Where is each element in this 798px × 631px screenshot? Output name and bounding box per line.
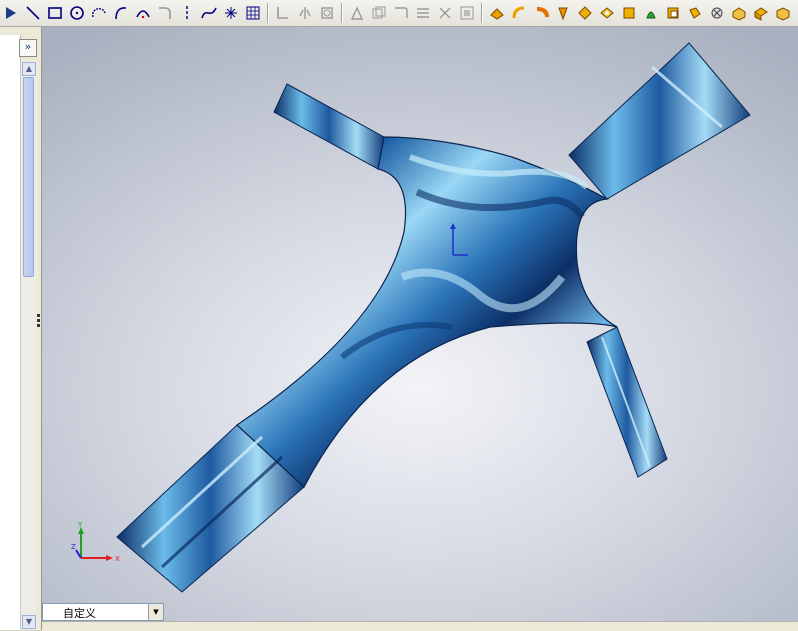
triad-y-label: Y xyxy=(77,522,83,529)
linear-pattern-icon[interactable] xyxy=(273,3,293,23)
expand-panel-button[interactable]: » xyxy=(19,39,37,57)
rectangle-icon[interactable] xyxy=(45,3,65,23)
panel-scrollbar[interactable]: ▲ ▼ xyxy=(20,61,37,630)
panel-splitter-handle[interactable] xyxy=(37,312,41,334)
cube-icon[interactable] xyxy=(773,3,793,23)
view-orientation-select[interactable]: 自定义 ▼ xyxy=(42,603,164,621)
shell-icon[interactable] xyxy=(685,3,705,23)
sweep-icon[interactable] xyxy=(531,3,551,23)
rib-icon[interactable] xyxy=(729,3,749,23)
graphics-viewport[interactable]: Y X Z xyxy=(42,27,798,630)
arrow-icon[interactable] xyxy=(1,3,21,23)
line-icon[interactable] xyxy=(23,3,43,23)
scroll-down-icon[interactable]: ▼ xyxy=(22,615,36,629)
revolve-icon[interactable] xyxy=(509,3,529,23)
hole-icon[interactable] xyxy=(619,3,639,23)
chevron-down-icon[interactable]: ▼ xyxy=(148,604,163,620)
convert-icon[interactable] xyxy=(435,3,455,23)
draft-icon[interactable] xyxy=(707,3,727,23)
mirror-icon[interactable] xyxy=(295,3,315,23)
triad-z-label: Z xyxy=(71,543,76,551)
boss-icon[interactable] xyxy=(575,3,595,23)
toolbar-separator xyxy=(267,3,269,23)
centerline-icon[interactable] xyxy=(177,3,197,23)
spline-icon[interactable] xyxy=(199,3,219,23)
add-relation-icon[interactable] xyxy=(457,3,477,23)
loft-icon[interactable] xyxy=(553,3,573,23)
fillet-feature-icon[interactable] xyxy=(641,3,661,23)
offset-icon[interactable] xyxy=(317,3,337,23)
cut-icon[interactable] xyxy=(597,3,617,23)
dome-icon[interactable] xyxy=(751,3,771,23)
scroll-up-icon[interactable]: ▲ xyxy=(22,62,36,76)
three-point-arc-icon[interactable] xyxy=(133,3,153,23)
move-icon[interactable] xyxy=(413,3,433,23)
view-orientation-value: 自定义 xyxy=(63,607,96,620)
reference-triad: Y X Z xyxy=(68,521,128,572)
grid-icon[interactable] xyxy=(243,3,263,23)
toolbar-separator xyxy=(481,3,483,23)
extrude-icon[interactable] xyxy=(487,3,507,23)
toolbar-separator xyxy=(341,3,343,23)
fillet-icon[interactable] xyxy=(155,3,175,23)
feature-tree-area[interactable] xyxy=(0,35,21,630)
trim-icon[interactable] xyxy=(369,3,389,23)
triad-x-label: X xyxy=(115,555,120,563)
sketch-features-toolbar xyxy=(0,0,798,27)
scroll-thumb[interactable] xyxy=(23,77,34,277)
feature-manager-panel: » ▲ ▼ xyxy=(0,27,42,630)
centerpoint-arc-icon[interactable] xyxy=(89,3,109,23)
chamfer-icon[interactable] xyxy=(663,3,683,23)
circle-icon[interactable] xyxy=(67,3,87,23)
point-icon[interactable] xyxy=(221,3,241,23)
swept-cross-model xyxy=(116,42,751,593)
dimension-icon[interactable] xyxy=(347,3,367,23)
extend-icon[interactable] xyxy=(391,3,411,23)
tangent-arc-icon[interactable] xyxy=(111,3,131,23)
